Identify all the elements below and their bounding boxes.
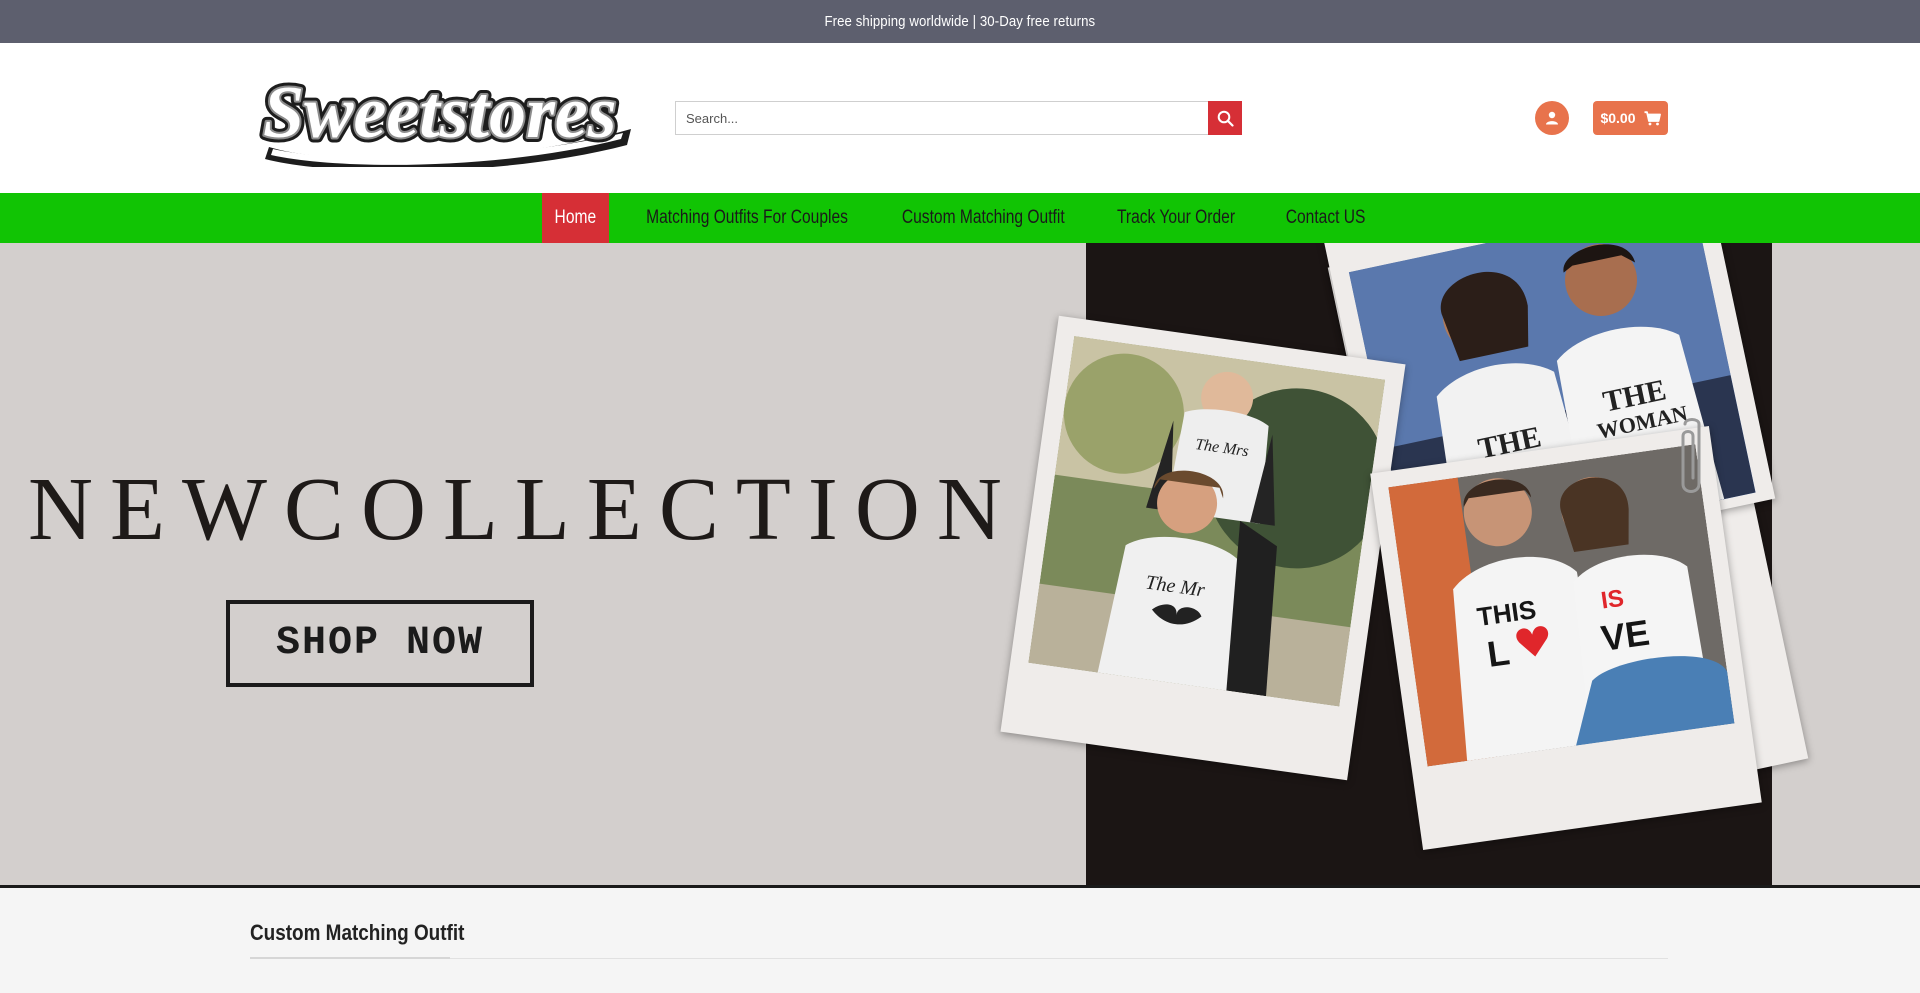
custom-matching-outfit-section: Custom Matching Outfit [0, 888, 1920, 993]
section-title: Custom Matching Outfit [250, 920, 465, 945]
photo-mr-mrs: The Mrs The Mr [1028, 336, 1386, 707]
search-input[interactable] [675, 101, 1208, 135]
main-navigation: Home Matching Outfits For Couples Custom… [0, 193, 1920, 243]
hero-banner[interactable]: NEWCOLLECTION SHOP NOW THE MAN LOVES ME … [0, 243, 1920, 886]
svg-text:IS: IS [1599, 585, 1625, 615]
section-divider [250, 958, 1668, 959]
paper-clip-icon [1681, 418, 1701, 493]
account-button[interactable] [1535, 101, 1569, 135]
sweetstores-logo[interactable]: Sweetstores Sweetstores Sweetstores [255, 69, 637, 167]
nav-item-matching-outfits-for-couples[interactable]: Matching Outfits For Couples [636, 193, 858, 243]
svg-text:VE: VE [1599, 612, 1652, 659]
logo-text: Sweetstores [263, 72, 617, 154]
hero-title: NEWCOLLECTION [28, 460, 1019, 559]
search-button[interactable] [1208, 101, 1242, 135]
nav-item-custom-matching-outfit[interactable]: Custom Matching Outfit [890, 193, 1076, 243]
nav-item-contact-us[interactable]: Contact US [1278, 193, 1374, 243]
cart-amount: $0.00 [1600, 110, 1636, 126]
nav-item-home[interactable]: Home [542, 193, 609, 243]
search-bar [675, 101, 1242, 135]
search-icon [1217, 110, 1234, 127]
section-divider-accent [250, 957, 450, 959]
announcement-bar: Free shipping worldwide | 30-Day free re… [0, 0, 1920, 43]
site-header: Sweetstores Sweetstores Sweetstores $0.0… [0, 43, 1920, 193]
announcement-text: Free shipping worldwide | 30-Day free re… [824, 13, 1096, 30]
cart-icon [1644, 110, 1661, 125]
polaroid-left: The Mrs The Mr [1000, 315, 1406, 781]
shop-now-button[interactable]: SHOP NOW [226, 600, 534, 687]
cart-button[interactable]: $0.00 [1593, 101, 1668, 135]
user-icon [1546, 111, 1558, 125]
nav-item-track-your-order[interactable]: Track Your Order [1110, 193, 1242, 243]
